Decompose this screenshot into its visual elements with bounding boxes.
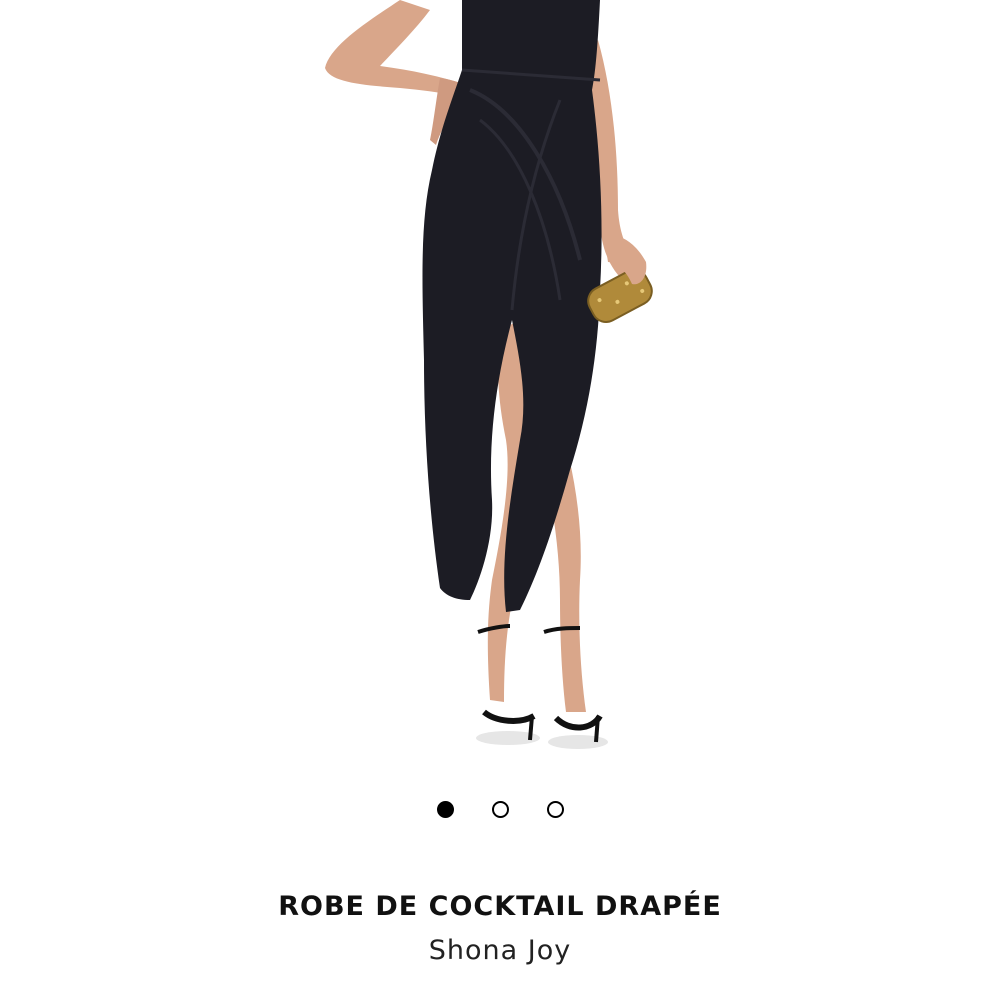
product-title: ROBE DE COCKTAIL DRAPÉE <box>278 891 722 922</box>
shadow-right <box>548 735 608 749</box>
carousel-dot-1[interactable] <box>436 801 454 818</box>
product-brand[interactable]: Shona Joy <box>0 935 1000 966</box>
carousel-dot-2[interactable] <box>491 801 509 818</box>
carousel-dot-3[interactable] <box>546 801 564 818</box>
image-carousel-indicator <box>0 801 1000 818</box>
product-photo-illustration <box>0 0 1000 770</box>
product-photo[interactable] <box>0 0 1000 770</box>
product-detail-page: ROBE DE COCKTAIL DRAPÉE Shona Joy <box>0 0 1000 1000</box>
